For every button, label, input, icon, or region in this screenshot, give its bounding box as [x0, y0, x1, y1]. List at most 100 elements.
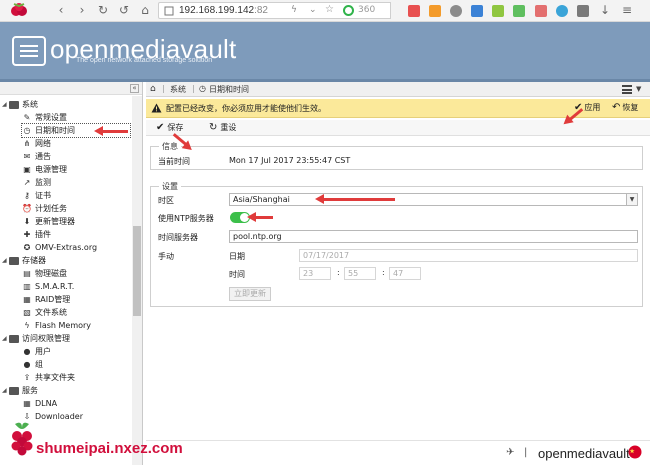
tree-item-label: DLNA [35, 399, 58, 408]
undo-icon: ↶ [612, 102, 621, 113]
tree-item-label: S.M.A.R.T. [35, 282, 75, 291]
breadcrumb-system[interactable]: 系统 [170, 84, 186, 95]
tree-item-label: OMV-Extras.org [35, 243, 98, 252]
wechat-icon[interactable] [513, 5, 525, 17]
save-button[interactable]: ✔ 保存 [156, 122, 183, 133]
time-separator: : [382, 268, 385, 277]
tree-toolbar: « [0, 82, 142, 95]
date-label: 日期 [229, 252, 245, 261]
tree-item-general-settings[interactable]: ✎ 常规设置 [22, 111, 67, 124]
chevron-down-icon[interactable]: ⌄ [309, 5, 317, 15]
extension-icon-8[interactable] [556, 5, 568, 17]
tree-scrollbar[interactable] [132, 96, 142, 465]
china-flag-icon[interactable] [628, 445, 642, 459]
breadcrumb-separator: | [162, 84, 165, 93]
back-icon[interactable]: ‹ [54, 3, 68, 17]
extras-icon: ✪ [23, 242, 31, 252]
update-icon: ⬇ [23, 216, 31, 226]
tree-item-label: 计划任务 [35, 204, 67, 213]
tree-item-network[interactable]: ⋔ 网络 [22, 137, 51, 150]
tree-item-flash-memory[interactable]: ϟ Flash Memory [22, 319, 91, 332]
media-icon: ▦ [23, 398, 31, 408]
tree-item-dlna[interactable]: ▦ DLNA [22, 397, 57, 410]
smart-icon: ▥ [23, 281, 31, 291]
tree-item-label: 文件系统 [35, 308, 67, 317]
chevron-down-icon[interactable]: ▼ [636, 85, 641, 93]
page-info-icon [164, 6, 174, 16]
chevron-down-icon[interactable]: ▼ [626, 194, 637, 205]
tree-group-system[interactable]: ◢ 系统 [2, 98, 38, 111]
extension-icon-1[interactable] [408, 5, 420, 17]
footer: ✈ | openmediavault [146, 440, 650, 465]
tree-item-label: 共享文件夹 [35, 373, 75, 382]
tree-item-users[interactable]: ● 用户 [22, 345, 52, 358]
tree-group-storage[interactable]: ◢ 存储器 [2, 254, 46, 267]
hamburger-menu-icon[interactable] [622, 85, 632, 94]
tree-item-label: 用户 [35, 347, 51, 356]
search-engine-box[interactable]: 360 [340, 2, 391, 19]
star-icon[interactable]: ☆ [325, 4, 334, 15]
url-text: 192.168.199.142:82 [179, 5, 268, 16]
tree-item-label: RAID管理 [35, 295, 71, 304]
extension-icon-3[interactable] [450, 5, 462, 17]
time-label: 时间 [229, 270, 245, 279]
tree-item-groups[interactable]: ● 组 [22, 358, 44, 371]
tree-item-label: 更新管理器 [35, 217, 75, 226]
time-server-input[interactable]: pool.ntp.org [229, 230, 638, 243]
revert-button[interactable]: ↶ 恢复 [612, 102, 638, 113]
filesystem-icon: ▧ [23, 307, 31, 317]
navigation-tree: « ◢ 系统 ✎ 常规设置 ◷ 日期和时间 ⋔ 网络 ✉ 通告 ▣ 电源管理 ↗ 监测 ⚷ 证书… [0, 82, 143, 465]
extension-icon-2[interactable] [429, 5, 441, 17]
footer-brand: openmediavault [538, 446, 630, 461]
tree-item-update-manager[interactable]: ⬇ 更新管理器 [22, 215, 75, 228]
menu-icon[interactable]: ≡ [620, 3, 634, 17]
hour-input[interactable]: 23 [299, 267, 331, 280]
home-icon[interactable]: ⌂ [138, 3, 152, 17]
omv-header: openmediavault [0, 22, 650, 82]
download-icon[interactable]: ↓ [598, 3, 612, 17]
extension-icon-9[interactable] [577, 5, 589, 17]
tree-item-plugins[interactable]: ✚ 插件 [22, 228, 51, 241]
annotation-arrow [94, 126, 128, 136]
tree-item-power[interactable]: ▣ 电源管理 [22, 163, 67, 176]
tree-item-monitoring[interactable]: ↗ 监测 [22, 176, 51, 189]
minute-input[interactable]: 55 [344, 267, 376, 280]
timezone-select[interactable]: Asia/Shanghai ▼ [229, 193, 638, 206]
tree-item-label: 监测 [35, 178, 51, 187]
tree-item-label: 网络 [35, 139, 51, 148]
tree-item-shared-folders[interactable]: ⇪ 共享文件夹 [22, 371, 75, 384]
tree-item-filesystems[interactable]: ▧ 文件系统 [22, 306, 67, 319]
extension-icon-4[interactable] [471, 5, 483, 17]
bolt-icon[interactable]: ϟ [291, 5, 297, 15]
search-360-icon [343, 5, 354, 16]
date-input[interactable]: 07/17/2017 [299, 249, 638, 262]
folder-icon [9, 100, 19, 109]
extension-icon-7[interactable] [535, 5, 547, 17]
reset-button[interactable]: ↻ 重设 [209, 122, 236, 133]
collapse-tree-button[interactable]: « [130, 84, 139, 93]
tree-group-services[interactable]: ◢ 服务 [2, 384, 38, 397]
raid-icon: ▦ [23, 294, 31, 304]
users-icon: ● [23, 359, 31, 369]
update-now-button[interactable]: 立即更新 [229, 287, 271, 301]
tree-scroll-thumb[interactable] [133, 226, 141, 316]
tree-item-omv-extras[interactable]: ✪ OMV-Extras.org [22, 241, 97, 254]
home-icon[interactable]: ⌂ [150, 84, 156, 94]
tree-item-disks[interactable]: ▤ 物理磁盘 [22, 267, 67, 280]
pin-icon[interactable]: ✈ [506, 447, 514, 458]
reload-icon[interactable]: ↻ [96, 3, 110, 17]
tree-item-smart[interactable]: ▥ S.M.A.R.T. [22, 280, 74, 293]
undo-icon[interactable]: ↺ [117, 3, 131, 17]
extension-icon-5[interactable] [492, 5, 504, 17]
omv-logo-icon [12, 36, 46, 66]
tree-group-access[interactable]: ◢ 访问权限管理 [2, 332, 70, 345]
hour-value: 23 [303, 269, 314, 278]
tree-item-notification[interactable]: ✉ 通告 [22, 150, 51, 163]
tree-item-scheduled-jobs[interactable]: ⏰ 计划任务 [22, 202, 67, 215]
forward-icon[interactable]: › [75, 3, 89, 17]
folder-icon [9, 334, 19, 343]
second-input[interactable]: 47 [389, 267, 421, 280]
tree-item-raid[interactable]: ▦ RAID管理 [22, 293, 70, 306]
tree-item-certificates[interactable]: ⚷ 证书 [22, 189, 51, 202]
settings-fieldset: 设置 时区 Asia/Shanghai ▼ 使用NTP服务器 时间服务器 poo… [150, 181, 643, 307]
